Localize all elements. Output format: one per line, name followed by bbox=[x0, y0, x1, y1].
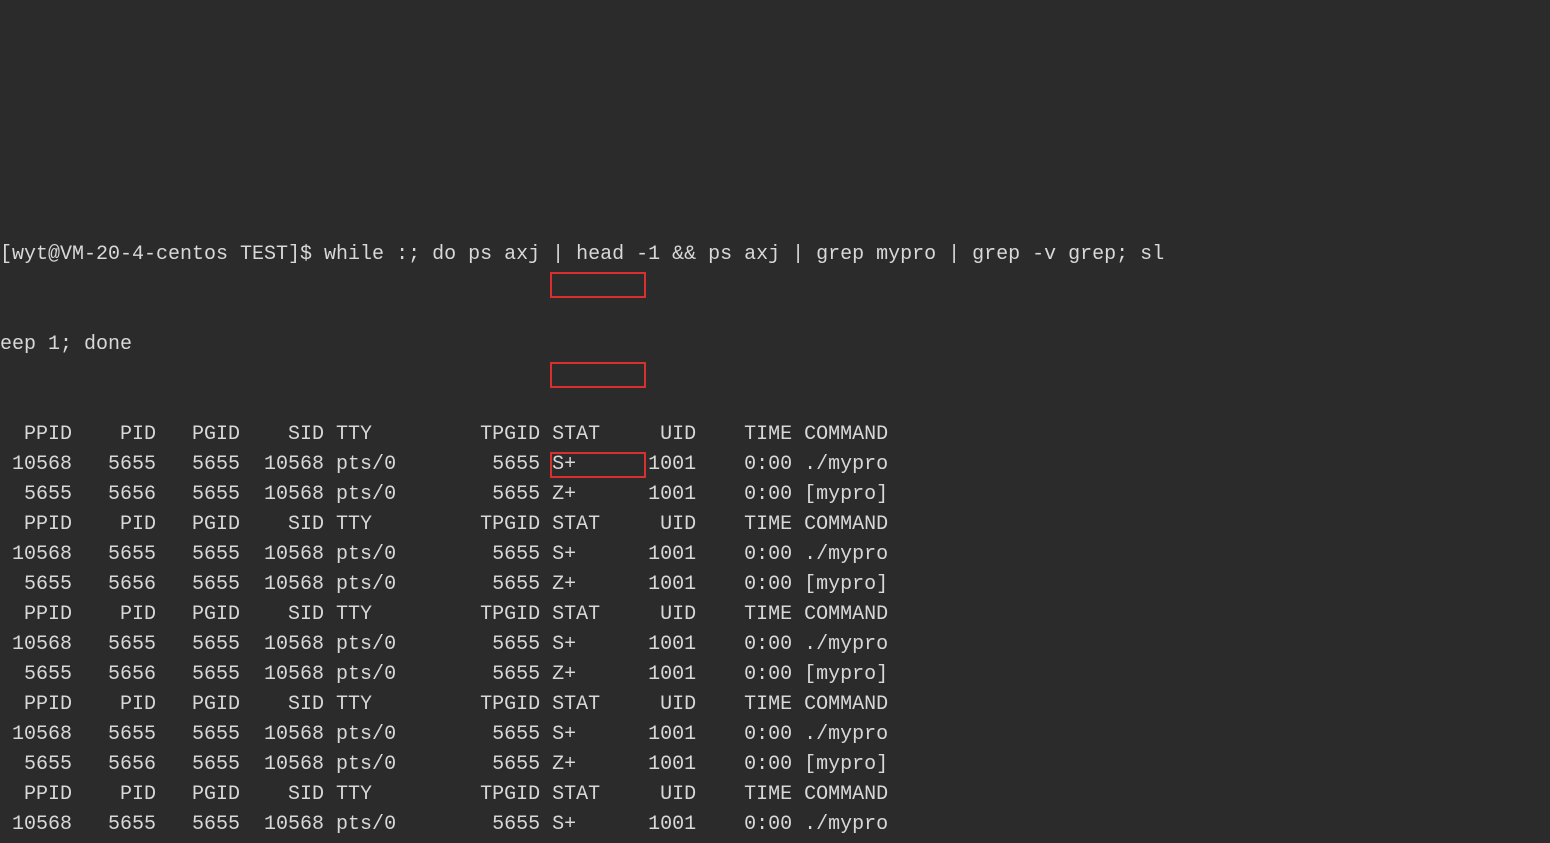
shell-prompt-cont: eep 1; done bbox=[0, 333, 132, 356]
ps-row: 10568 5655 5655 10568 pts/0 5655 S+ 1001… bbox=[0, 450, 1550, 480]
ps-header: PPID PID PGID SID TTY TPGID STAT UID TIM… bbox=[0, 600, 1550, 630]
ps-row: 5655 5656 5655 10568 pts/0 5655 Z+ 1001 … bbox=[0, 840, 1550, 843]
shell-prompt: [wyt@VM-20-4-centos TEST]$ while :; do p… bbox=[0, 243, 1164, 266]
ps-row: 10568 5655 5655 10568 pts/0 5655 S+ 1001… bbox=[0, 540, 1550, 570]
ps-row: 10568 5655 5655 10568 pts/0 5655 S+ 1001… bbox=[0, 630, 1550, 660]
ps-header: PPID PID PGID SID TTY TPGID STAT UID TIM… bbox=[0, 510, 1550, 540]
ps-header: PPID PID PGID SID TTY TPGID STAT UID TIM… bbox=[0, 690, 1550, 720]
prompt-line-1: [wyt@VM-20-4-centos TEST]$ while :; do p… bbox=[0, 240, 1550, 270]
ps-output: PPID PID PGID SID TTY TPGID STAT UID TIM… bbox=[0, 420, 1550, 843]
ps-row: 10568 5655 5655 10568 pts/0 5655 S+ 1001… bbox=[0, 720, 1550, 750]
terminal[interactable]: [wyt@ [wyt@VM-20-4-centos TEST]$ while :… bbox=[0, 150, 1550, 693]
prompt-line-2: eep 1; done bbox=[0, 330, 1550, 360]
ps-row: 5655 5656 5655 10568 pts/0 5655 Z+ 1001 … bbox=[0, 750, 1550, 780]
ps-row: 5655 5656 5655 10568 pts/0 5655 Z+ 1001 … bbox=[0, 480, 1550, 510]
ps-header: PPID PID PGID SID TTY TPGID STAT UID TIM… bbox=[0, 420, 1550, 450]
ps-row: 5655 5656 5655 10568 pts/0 5655 Z+ 1001 … bbox=[0, 660, 1550, 690]
ps-row: 5655 5656 5655 10568 pts/0 5655 Z+ 1001 … bbox=[0, 570, 1550, 600]
zombie-stat-highlight bbox=[550, 272, 646, 298]
zombie-stat-highlight bbox=[550, 362, 646, 388]
ps-row: 10568 5655 5655 10568 pts/0 5655 S+ 1001… bbox=[0, 810, 1550, 840]
ps-header: PPID PID PGID SID TTY TPGID STAT UID TIM… bbox=[0, 780, 1550, 810]
